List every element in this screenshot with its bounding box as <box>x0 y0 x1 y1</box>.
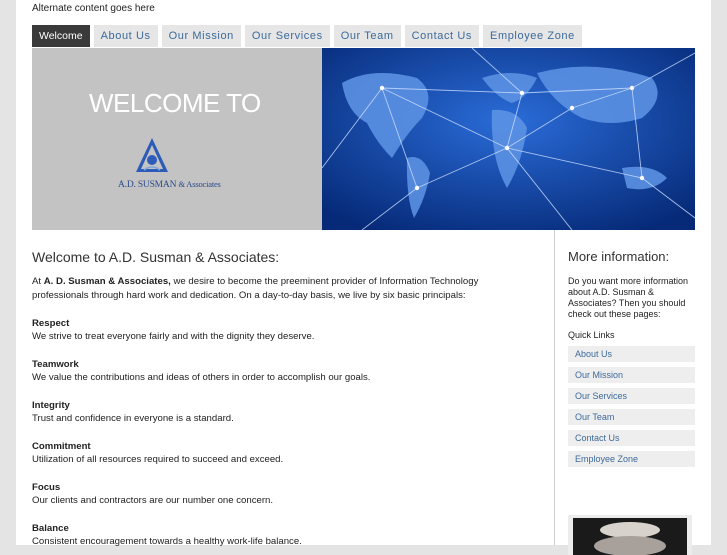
quick-link-our-services[interactable]: Our Services <box>568 388 695 404</box>
page-title: Welcome to A.D. Susman & Associates: <box>32 249 280 265</box>
principle-text: Consistent encouragement towards a healt… <box>32 536 302 547</box>
principle-heading: Balance <box>32 523 69 534</box>
nav-contact-us[interactable]: Contact Us <box>404 25 480 47</box>
main-nav: Welcome About Us Our Mission Our Service… <box>32 25 586 47</box>
hero-welcome-panel: WELCOME TO A.D. SUSMAN & Associates <box>32 48 322 230</box>
principle-respect: Respect We strive to treat everyone fair… <box>32 317 512 343</box>
nav-our-services[interactable]: Our Services <box>244 25 330 47</box>
principle-heading: Teamwork <box>32 359 79 370</box>
sidebar-intro: Do you want more information about A.D. … <box>568 276 689 319</box>
principle-teamwork: Teamwork We value the contributions and … <box>32 358 512 384</box>
column-divider <box>554 230 555 545</box>
principle-balance: Balance Consistent encouragement towards… <box>32 522 512 548</box>
company-logo-text: A.D. SUSMAN & Associates <box>118 179 221 190</box>
stones-photo <box>573 518 687 555</box>
intro-prefix: At <box>32 276 42 287</box>
quick-link-our-team[interactable]: Our Team <box>568 409 695 425</box>
triangle-logo-icon <box>136 138 168 172</box>
principle-integrity: Integrity Trust and confidence in everyo… <box>32 399 512 425</box>
nav-about-us[interactable]: About Us <box>93 25 158 47</box>
hero-welcome-heading: WELCOME TO <box>89 88 261 118</box>
principle-focus: Focus Our clients and contractors are ou… <box>32 481 512 507</box>
quick-links-label: Quick Links <box>568 330 615 340</box>
principle-text: Trust and confidence in everyone is a st… <box>32 413 234 424</box>
logo-name: A.D. SUSMAN <box>118 180 177 190</box>
nav-our-mission[interactable]: Our Mission <box>161 25 241 47</box>
quick-link-about-us[interactable]: About Us <box>568 346 695 362</box>
principle-heading: Commitment <box>32 441 91 452</box>
quick-link-employee-zone[interactable]: Employee Zone <box>568 451 695 467</box>
logo-sub: & Associates <box>178 179 221 189</box>
sidebar-photo <box>568 515 692 555</box>
page-container: Alternate content goes here Welcome Abou… <box>16 0 711 555</box>
world-map-graphic <box>322 48 695 230</box>
principle-text: We value the contributions and ideas of … <box>32 372 371 383</box>
world-map-network-image <box>322 48 695 230</box>
principle-heading: Respect <box>32 318 70 329</box>
quick-link-contact-us[interactable]: Contact Us <box>568 430 695 446</box>
quick-link-our-mission[interactable]: Our Mission <box>568 367 695 383</box>
sidebar-title: More information: <box>568 249 670 264</box>
principle-text: Our clients and contractors are our numb… <box>32 495 274 506</box>
principle-heading: Focus <box>32 482 61 493</box>
nav-employee-zone[interactable]: Employee Zone <box>483 25 582 47</box>
principle-text: We strive to treat everyone fairly and w… <box>32 331 315 342</box>
principle-text: Utilization of all resources required to… <box>32 454 284 465</box>
nav-our-team[interactable]: Our Team <box>333 25 401 47</box>
intro-company: A. D. Susman & Associates, <box>43 276 171 287</box>
nav-welcome[interactable]: Welcome <box>32 25 90 47</box>
principle-heading: Integrity <box>32 400 70 411</box>
alternate-content-text: Alternate content goes here <box>32 3 155 14</box>
stacked-stones-icon <box>573 518 687 555</box>
intro-paragraph: At A. D. Susman & Associates, we desire … <box>32 275 512 303</box>
principle-commitment: Commitment Utilization of all resources … <box>32 440 512 466</box>
